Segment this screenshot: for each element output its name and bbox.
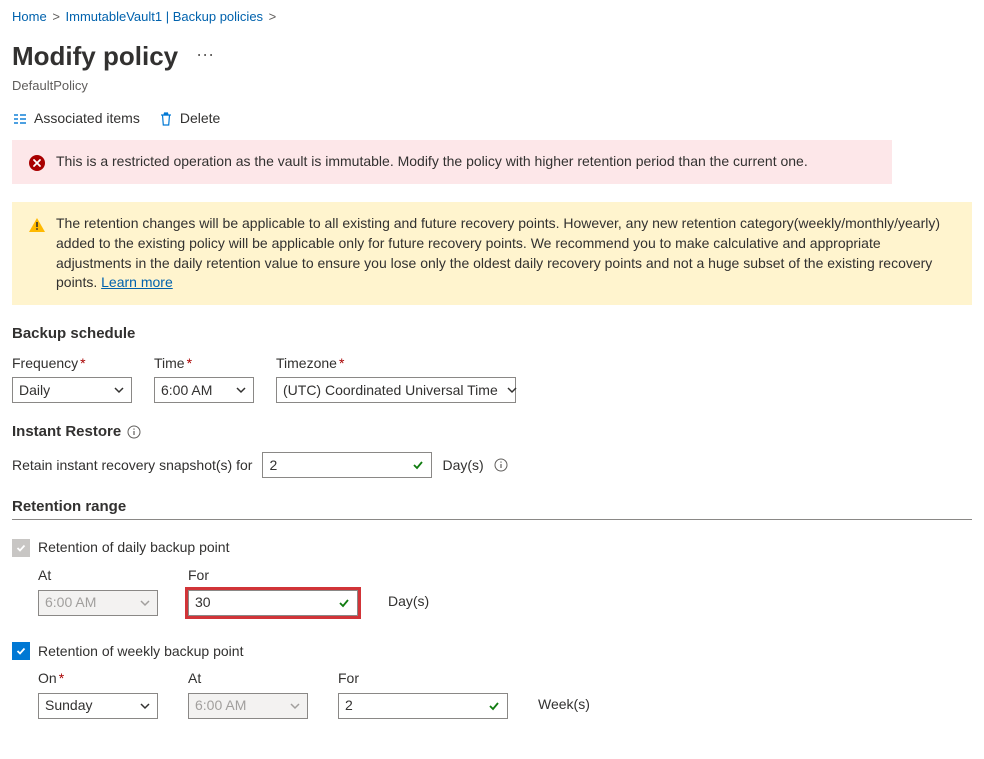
error-banner: This is a restricted operation as the va… [12,140,892,184]
associated-items-label: Associated items [34,109,140,129]
learn-more-link[interactable]: Learn more [101,274,173,290]
page-subtitle: DefaultPolicy [12,77,972,95]
weekly-at-value: 6:00 AM [195,696,246,716]
instant-snapshot-input[interactable]: 2 [262,452,432,478]
daily-at-select: 6:00 AM [38,590,158,616]
checkmark-icon [411,458,425,472]
retention-range-header: Retention range [12,496,972,520]
page-title: Modify policy [12,38,178,74]
time-label: Time* [154,354,254,374]
weekly-for-value: 2 [345,696,353,716]
breadcrumb: Home > ImmutableVault1 | Backup policies… [12,8,972,26]
daily-retention-label: Retention of daily backup point [38,538,229,558]
time-value: 6:00 AM [161,381,212,401]
daily-retention-checkbox[interactable] [12,539,30,557]
timezone-label: Timezone* [276,354,516,374]
weekly-on-select[interactable]: Sunday [38,693,158,719]
command-bar: Associated items Delete [12,109,972,129]
error-banner-text: This is a restricted operation as the va… [56,152,876,172]
info-icon[interactable] [494,458,508,472]
weekly-unit: Week(s) [538,695,590,719]
associated-items-button[interactable]: Associated items [12,109,140,129]
chevron-right-icon: > [269,9,277,24]
weekly-on-label: On* [38,669,158,689]
more-actions-button[interactable]: ··· [190,40,220,69]
daily-for-value: 30 [195,593,211,613]
breadcrumb-home[interactable]: Home [12,9,47,24]
daily-unit: Day(s) [388,592,429,616]
weekly-for-input[interactable]: 2 [338,693,508,719]
weekly-on-value: Sunday [45,696,92,716]
daily-at-label: At [38,566,158,586]
instant-snapshot-unit: Day(s) [442,456,483,476]
delete-label: Delete [180,109,220,129]
checkmark-icon [337,596,351,610]
chevron-down-icon [289,700,301,712]
daily-at-value: 6:00 AM [45,593,96,613]
instant-restore-label: Retain instant recovery snapshot(s) for [12,456,252,476]
timezone-value: (UTC) Coordinated Universal Time [283,381,498,401]
warning-icon [28,216,46,234]
checkmark-icon [15,542,27,554]
info-icon[interactable] [127,425,141,439]
instant-snapshot-value: 2 [269,456,277,476]
warning-banner-text: The retention changes will be applicable… [56,214,956,292]
weekly-for-label: For [338,669,508,689]
chevron-down-icon [139,700,151,712]
frequency-value: Daily [19,381,50,401]
delete-icon [158,111,174,127]
checkmark-icon [487,699,501,713]
delete-button[interactable]: Delete [158,109,220,129]
checkmark-icon [15,645,27,657]
breadcrumb-vault[interactable]: ImmutableVault1 | Backup policies [66,9,264,24]
instant-restore-header: Instant Restore [12,421,972,442]
warning-text-span: The retention changes will be applicable… [56,215,940,290]
weekly-at-label: At [188,669,308,689]
weekly-at-select: 6:00 AM [188,693,308,719]
warning-banner: The retention changes will be applicable… [12,202,972,304]
time-select[interactable]: 6:00 AM [154,377,254,403]
chevron-down-icon [235,384,247,396]
chevron-right-icon: > [52,9,60,24]
chevron-down-icon [113,384,125,396]
weekly-retention-checkbox[interactable] [12,642,30,660]
frequency-label: Frequency* [12,354,132,374]
daily-for-input[interactable]: 30 [188,590,358,616]
weekly-retention-label: Retention of weekly backup point [38,642,243,662]
chevron-down-icon [506,384,518,396]
frequency-select[interactable]: Daily [12,377,132,403]
list-icon [12,111,28,127]
daily-for-label: For [188,566,358,586]
error-icon [28,154,46,172]
timezone-select[interactable]: (UTC) Coordinated Universal Time [276,377,516,403]
chevron-down-icon [139,597,151,609]
backup-schedule-header: Backup schedule [12,323,972,344]
